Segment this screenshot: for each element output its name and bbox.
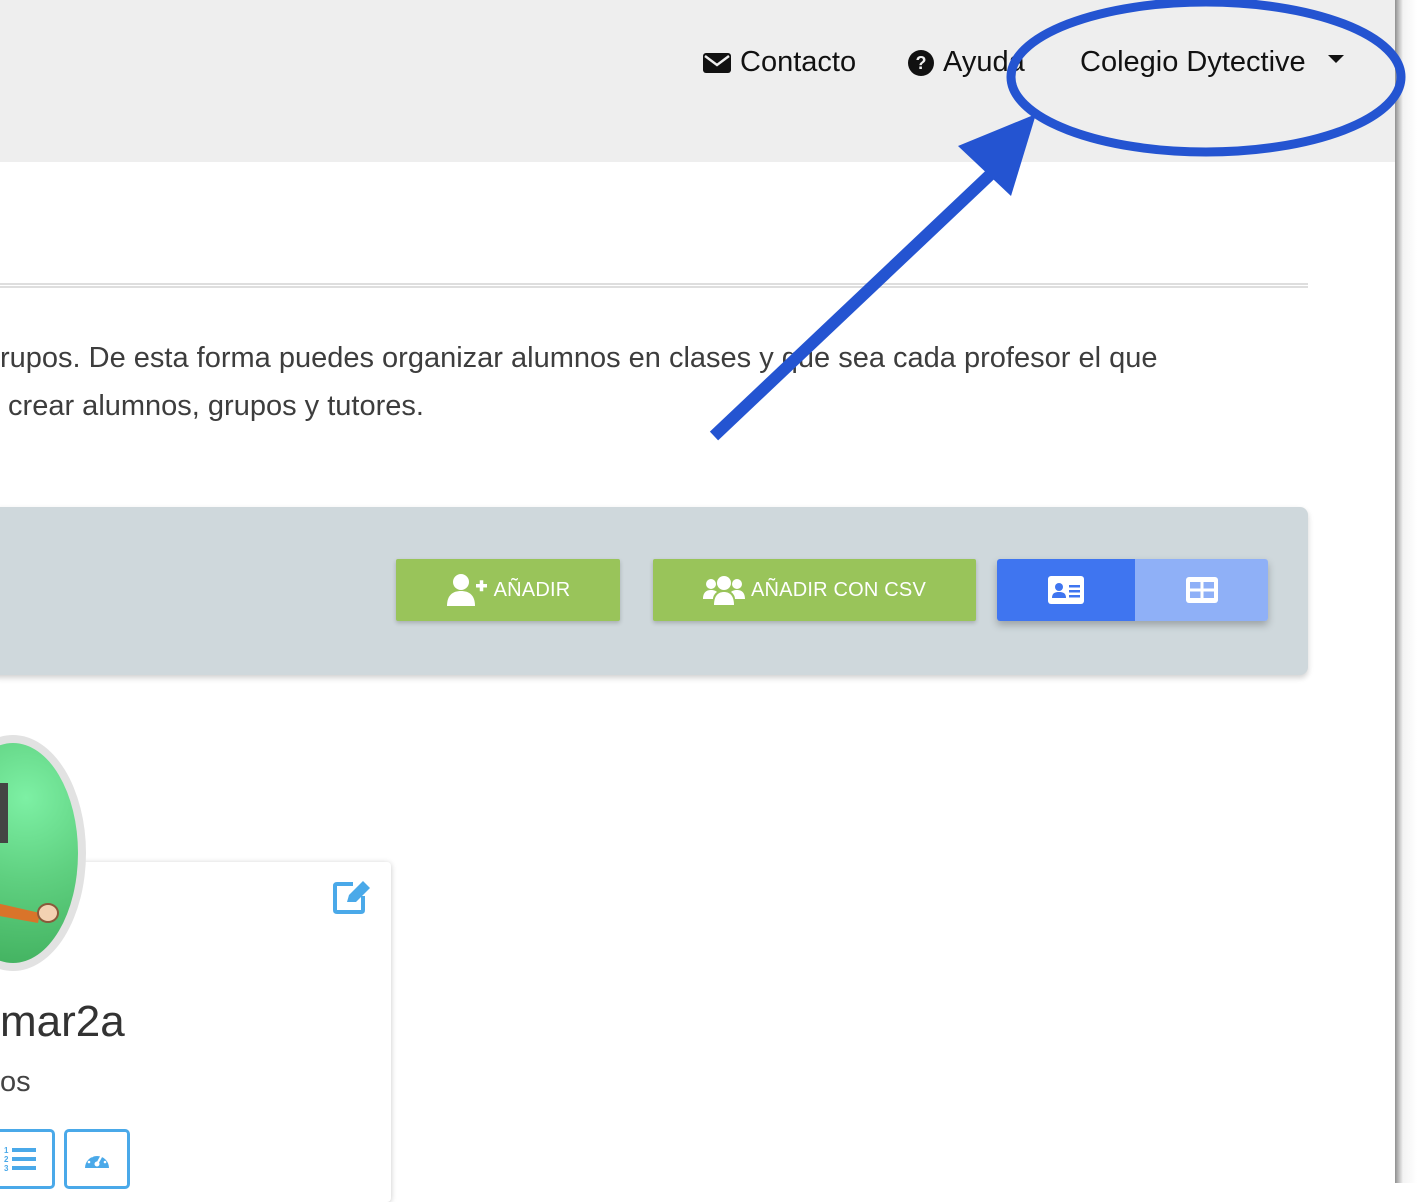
svg-text:3: 3 — [4, 1164, 9, 1173]
svg-text:1: 1 — [4, 1146, 9, 1155]
student-subtitle: os — [0, 1066, 31, 1098]
contact-link[interactable]: Contacto — [702, 46, 856, 79]
add-student-button[interactable]: AÑADIR — [396, 559, 620, 621]
student-avatar — [0, 743, 78, 963]
question-circle-icon: ? — [908, 49, 934, 76]
gauge-icon — [85, 1154, 109, 1168]
grid-icon — [1185, 577, 1218, 603]
svg-text:?: ? — [916, 53, 927, 73]
add-csv-label: AÑADIR CON CSV — [750, 578, 927, 601]
description-line-1: rupos. De esta forma puedes organizar al… — [0, 342, 1158, 374]
progress-button[interactable] — [64, 1129, 130, 1189]
section-divider — [0, 283, 1308, 288]
window-edge — [1395, 0, 1417, 1183]
add-student-label: AÑADIR — [493, 578, 571, 601]
student-name: mar2a — [0, 997, 125, 1046]
list-ol-icon: 1 2 3 — [4, 1146, 36, 1173]
svg-text:2: 2 — [4, 1155, 9, 1164]
id-card-icon — [1048, 576, 1084, 604]
contact-label: Contacto — [740, 46, 857, 78]
edit-icon[interactable] — [333, 880, 371, 919]
activities-button[interactable]: 1 2 3 — [0, 1129, 55, 1189]
page-description: rupos. De esta forma puedes organizar al… — [0, 334, 1300, 430]
top-navbar: Contacto ? Ayuda Colegio Dytective — [0, 0, 1395, 162]
caret-down-icon — [1327, 54, 1344, 63]
user-plus-icon — [446, 574, 487, 606]
users-icon — [702, 576, 745, 605]
view-toggle — [997, 559, 1268, 621]
add-csv-button[interactable]: AÑADIR CON CSV — [653, 559, 976, 621]
envelope-icon — [703, 52, 731, 73]
description-line-2: crear alumnos, grupos y tutores. — [0, 390, 424, 422]
avatar-illustration — [0, 783, 59, 923]
help-link[interactable]: ? Ayuda — [907, 46, 1025, 79]
help-label: Ayuda — [943, 46, 1025, 78]
user-dropdown[interactable]: Colegio Dytective — [1080, 46, 1344, 79]
grid-view-button[interactable] — [1135, 559, 1268, 621]
user-label: Colegio Dytective — [1080, 46, 1306, 78]
card-view-button[interactable] — [997, 559, 1135, 621]
